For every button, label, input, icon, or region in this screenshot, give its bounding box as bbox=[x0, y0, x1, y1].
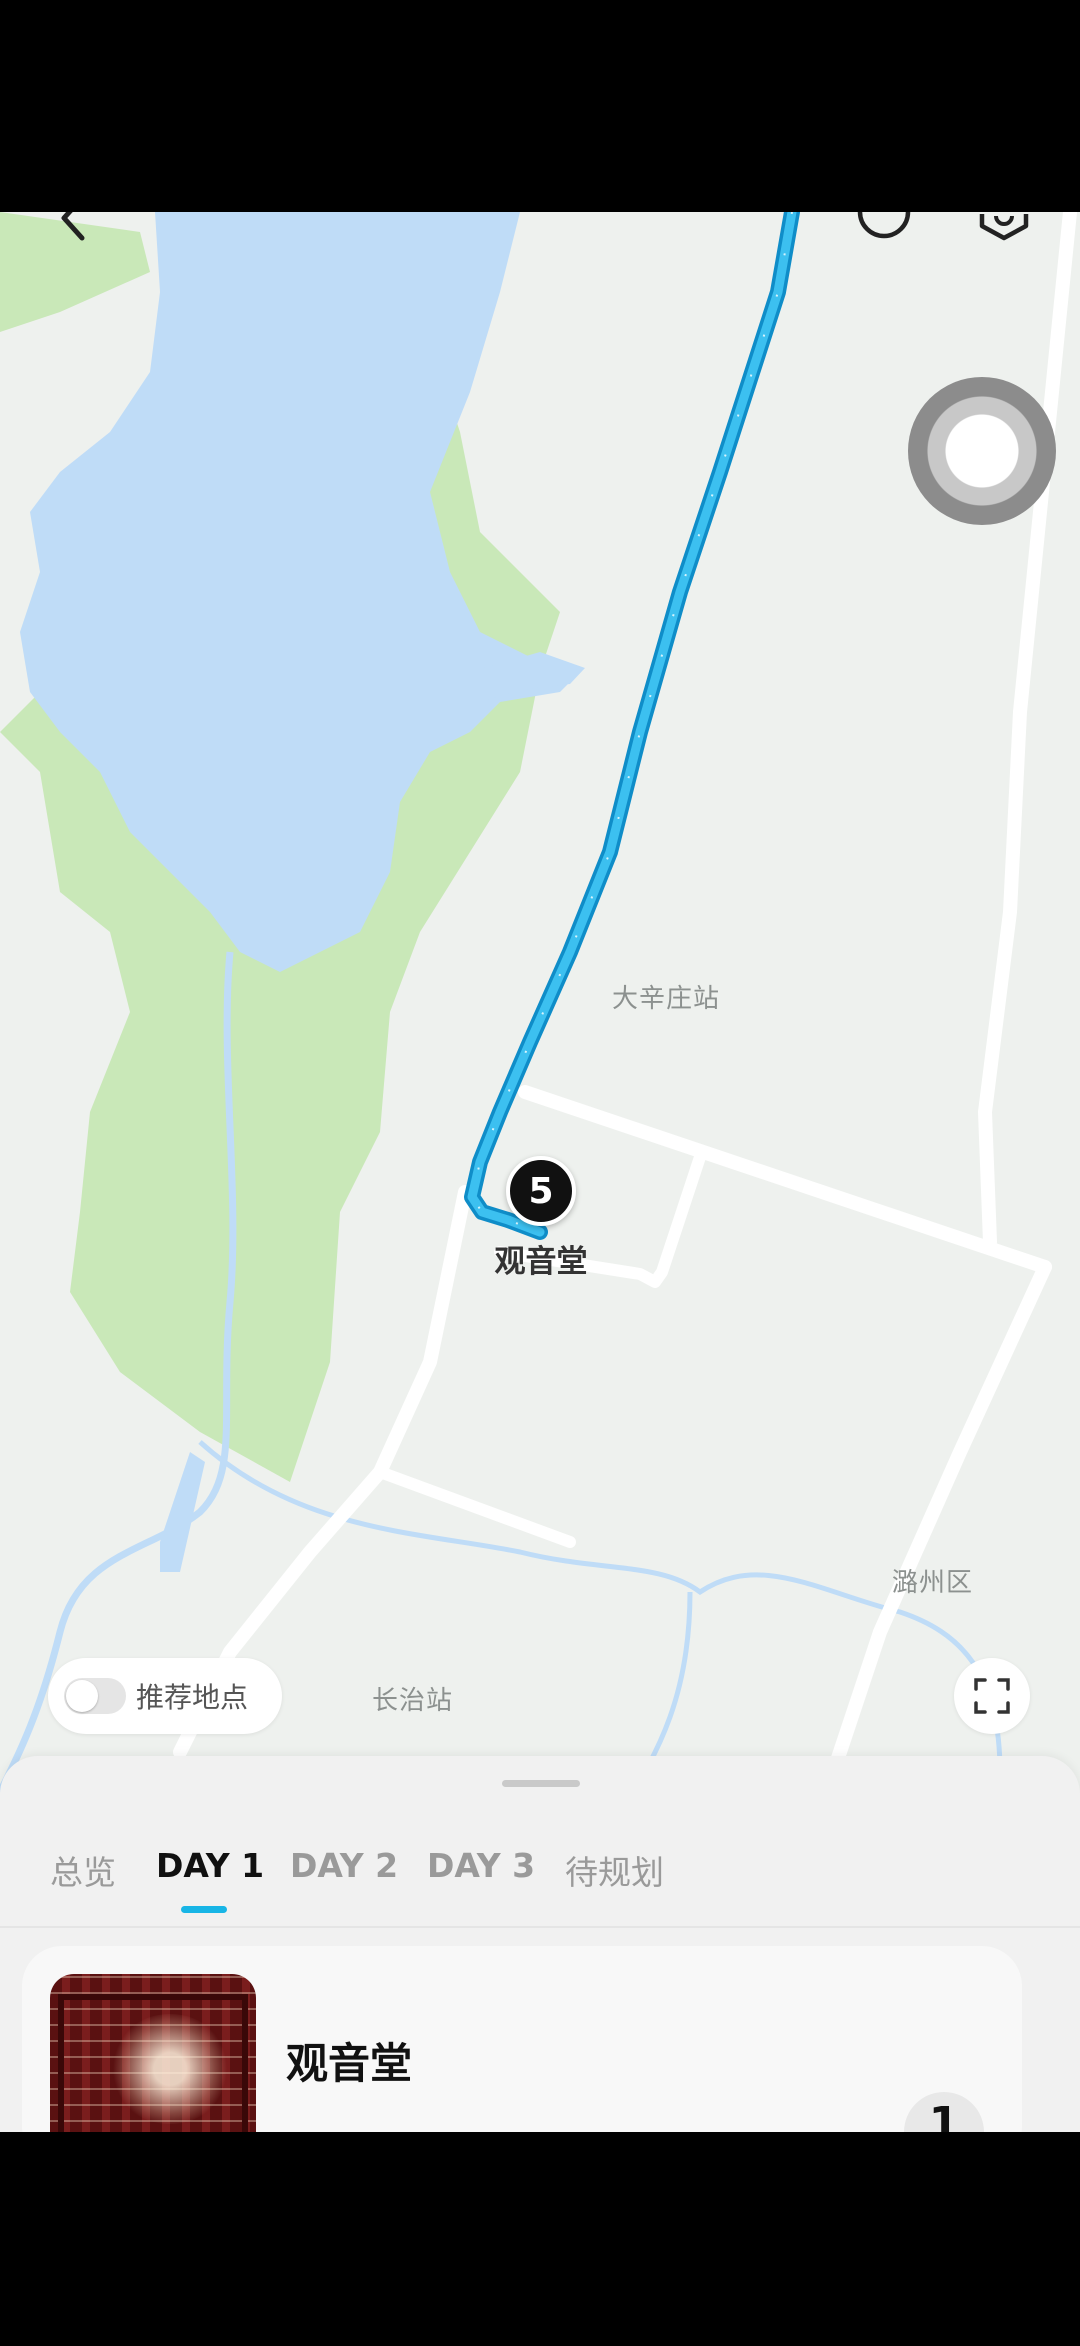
place-card[interactable]: 观音堂 1 bbox=[22, 1946, 1022, 2132]
place-photo[interactable] bbox=[50, 1974, 256, 2132]
tab-day-1[interactable]: DAY 1 bbox=[156, 1846, 264, 1885]
order-number-badge[interactable]: 1 bbox=[904, 2092, 984, 2132]
navigation-icon[interactable] bbox=[854, 212, 914, 252]
tab-day-3[interactable]: DAY 3 bbox=[427, 1846, 535, 1885]
tab-day-2[interactable]: DAY 2 bbox=[290, 1846, 398, 1885]
recommend-places-label: 推荐地点 bbox=[136, 1681, 249, 1714]
photo-highlight bbox=[110, 2014, 230, 2124]
app-screen: 大辛庄站 长治站 潞州区 5 观音堂 推荐地点 总览 DAY 1 DAY 2 D… bbox=[0, 212, 1080, 2132]
poi-label[interactable]: 观音堂 bbox=[486, 1236, 596, 1281]
record-button[interactable] bbox=[908, 377, 1056, 525]
map-label-luzhou-district: 潞州区 bbox=[892, 1568, 974, 1598]
navigation-bar-area bbox=[0, 2132, 1080, 2346]
back-icon[interactable] bbox=[52, 212, 92, 248]
poi-marker[interactable]: 5 bbox=[506, 1156, 576, 1226]
toggle-switch[interactable] bbox=[64, 1678, 126, 1714]
drag-handle[interactable] bbox=[502, 1780, 580, 1787]
settings-icon[interactable] bbox=[976, 212, 1032, 252]
map-label-changzhi-station: 长治站 bbox=[372, 1686, 454, 1716]
tab-overview[interactable]: 总览 bbox=[50, 1846, 116, 1894]
place-name: 观音堂 bbox=[286, 2039, 413, 2088]
active-tab-indicator bbox=[181, 1906, 227, 1913]
map-label-daxinzhuang-station: 大辛庄站 bbox=[612, 984, 721, 1014]
fullscreen-icon bbox=[974, 1678, 1010, 1714]
recommend-places-toggle[interactable]: 推荐地点 bbox=[48, 1658, 282, 1734]
fullscreen-button[interactable] bbox=[954, 1658, 1030, 1734]
tab-unplanned[interactable]: 待规划 bbox=[565, 1846, 664, 1894]
status-bar-area bbox=[0, 0, 1080, 212]
itinerary-sheet[interactable]: 总览 DAY 1 DAY 2 DAY 3 待规划 观音堂 1 bbox=[0, 1756, 1080, 2132]
day-tabs: 总览 DAY 1 DAY 2 DAY 3 待规划 bbox=[0, 1816, 1080, 1928]
toggle-knob bbox=[66, 1680, 98, 1712]
